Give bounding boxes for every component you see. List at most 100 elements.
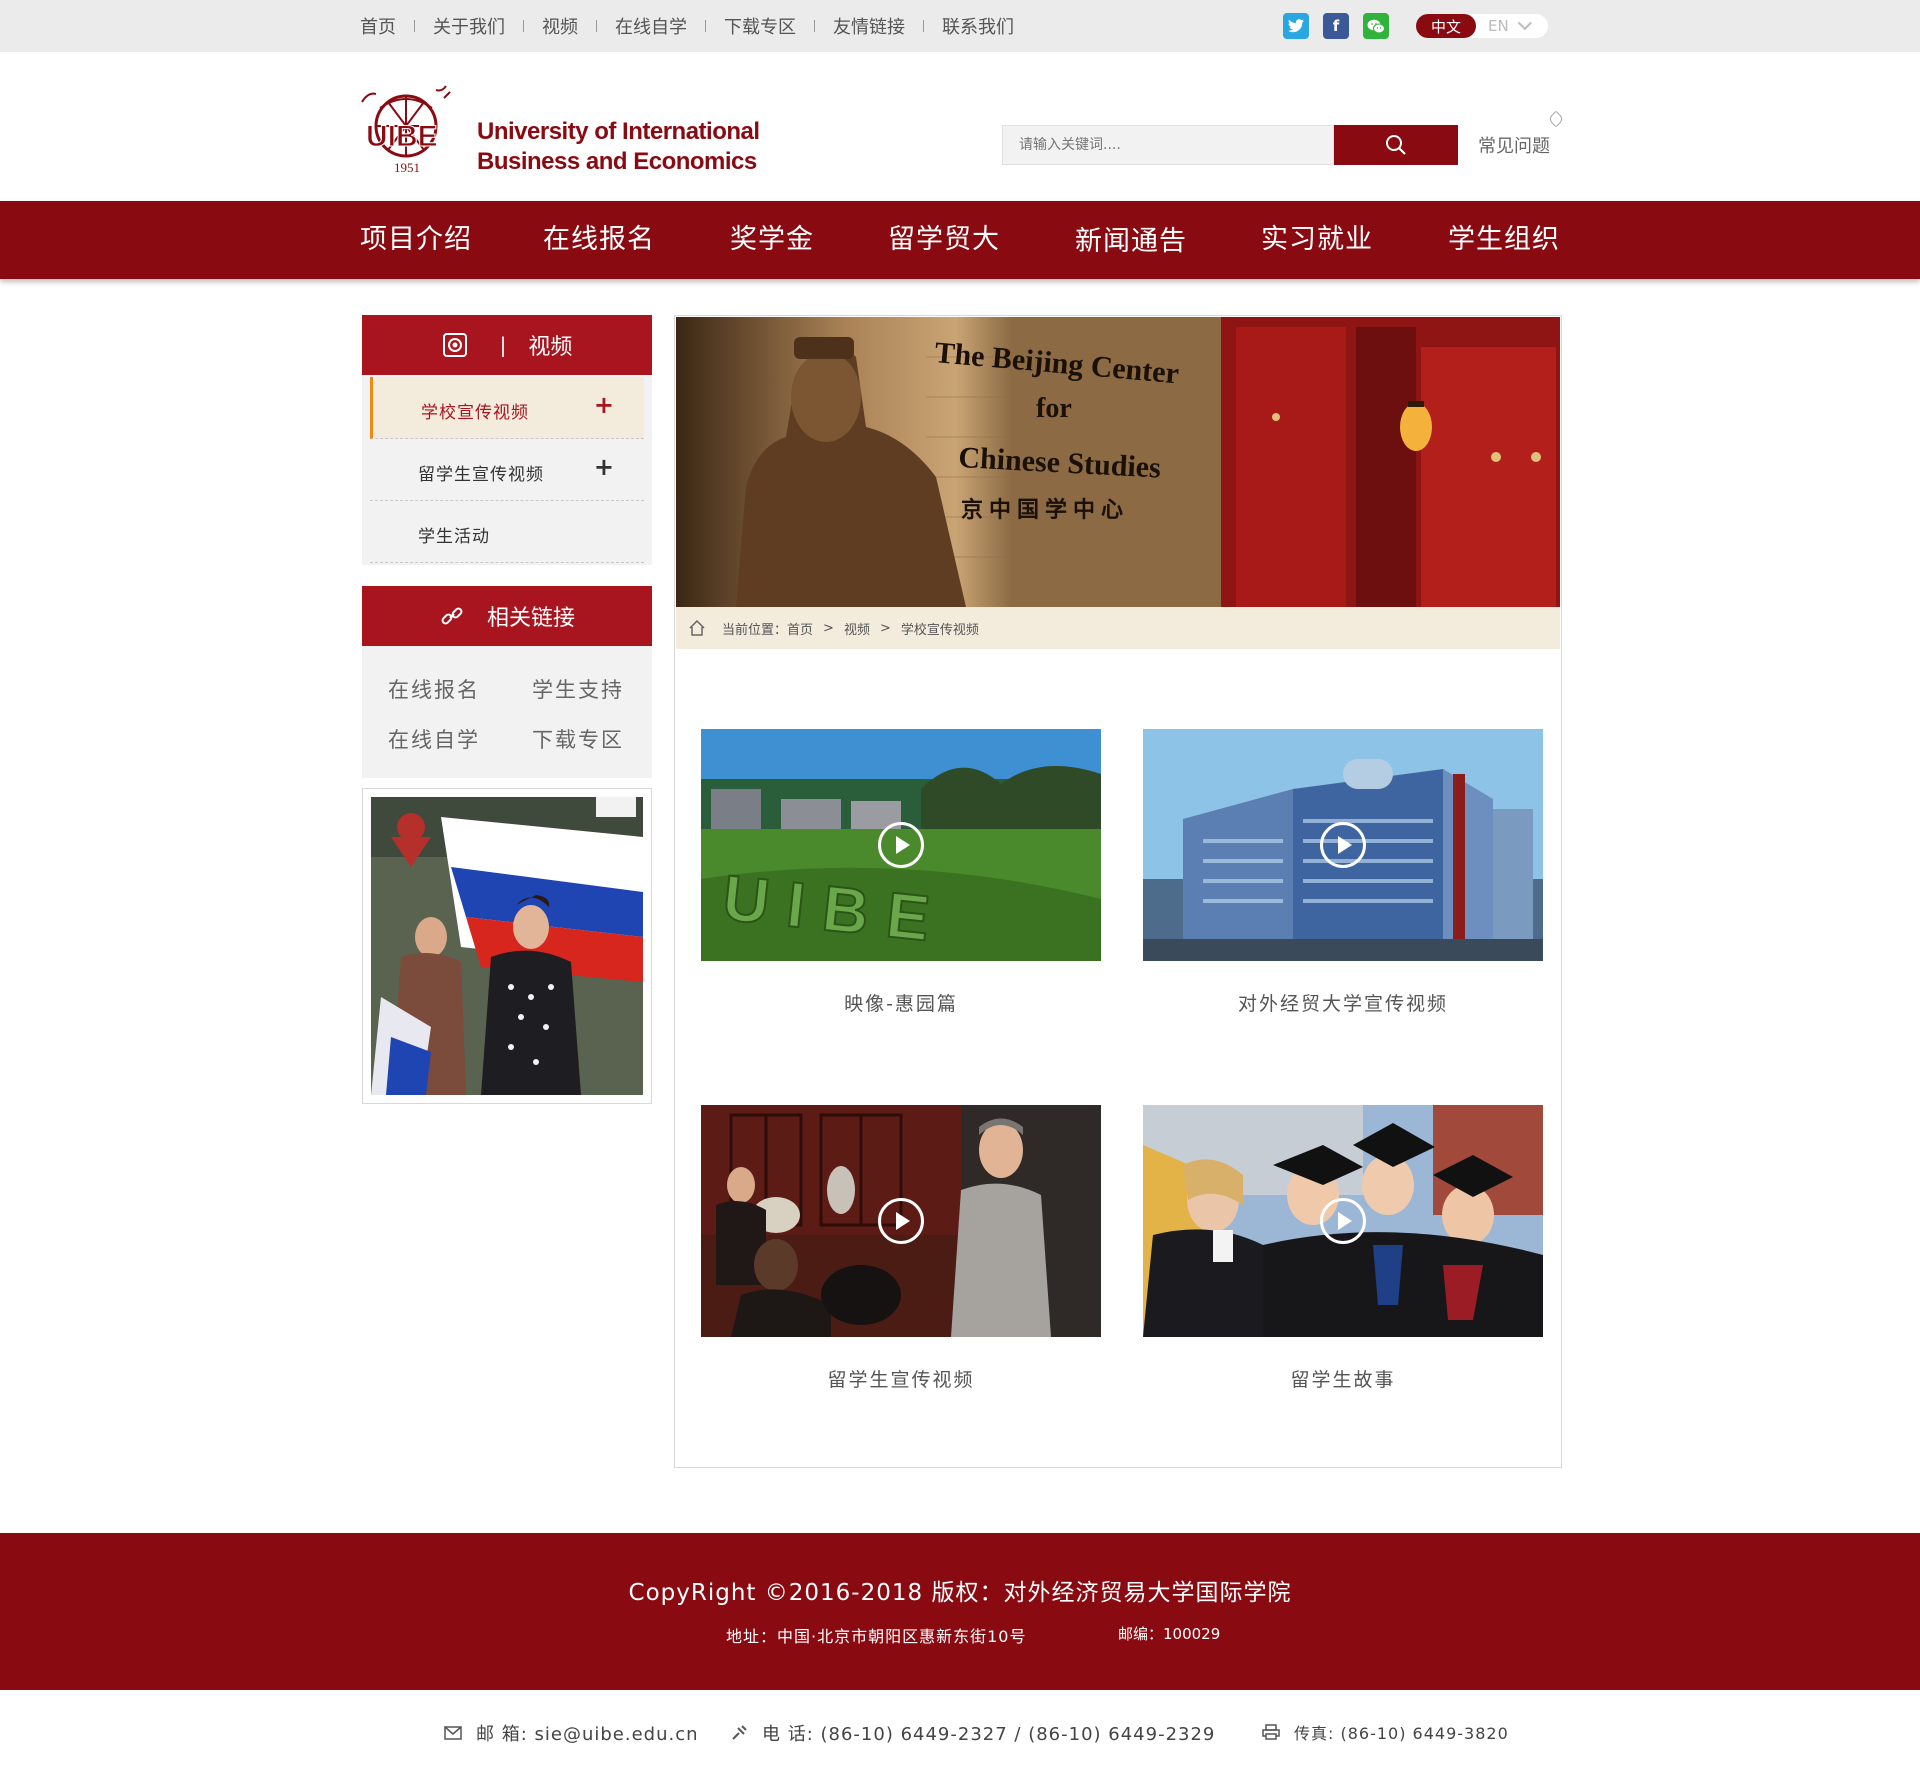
wechat-icon[interactable] bbox=[1363, 13, 1389, 39]
contact-phone-text: 电 话: (86-10) 6449-2327 / (86-10) 6449-23… bbox=[762, 1724, 1216, 1745]
top-link-contact[interactable]: 联系我们 bbox=[942, 13, 1014, 39]
play-icon[interactable] bbox=[1320, 822, 1366, 868]
top-link-friend-links[interactable]: 友情链接 bbox=[833, 13, 905, 39]
header-divider: | bbox=[499, 333, 507, 357]
play-icon[interactable] bbox=[1320, 1198, 1366, 1244]
breadcrumb-separator: > bbox=[823, 620, 834, 636]
contact-email[interactable]: 邮 箱: sie@uibe.edu.cn bbox=[444, 1720, 699, 1746]
chevron-down-icon[interactable] bbox=[1517, 16, 1532, 31]
faq-link[interactable]: 常见问题 bbox=[1478, 132, 1550, 158]
plus-icon[interactable]: + bbox=[594, 453, 614, 481]
nav-study-at-uibe[interactable]: 留学贸大 bbox=[888, 201, 1000, 279]
related-link-self-study[interactable]: 在线自学 bbox=[388, 724, 480, 754]
sidebar-item-school-promo-video[interactable]: 学校宣传视频 + bbox=[370, 377, 644, 439]
logo-year: 1951 bbox=[394, 160, 420, 175]
video-card[interactable]: 对外经贸大学宣传视频 bbox=[1143, 729, 1543, 1016]
divider bbox=[414, 20, 415, 32]
divider bbox=[814, 20, 815, 32]
nav-online-application[interactable]: 在线报名 bbox=[543, 201, 655, 279]
search-input[interactable] bbox=[1002, 125, 1334, 165]
video-thumbnail[interactable] bbox=[1143, 729, 1543, 961]
university-name[interactable]: University of International Business and… bbox=[477, 117, 760, 177]
breadcrumb-current: 学校宣传视频 bbox=[900, 622, 979, 638]
main-nav: 项目介绍 在线报名 奖学金 留学贸大 新闻通告 实习就业 学生组织 bbox=[0, 201, 1920, 279]
banner-sign-chinese: 京中国学中心 bbox=[961, 497, 1129, 523]
printer-icon bbox=[1262, 1724, 1280, 1740]
phone-icon bbox=[732, 1725, 747, 1740]
video-card[interactable]: 留学生故事 bbox=[1143, 1105, 1543, 1392]
home-icon[interactable] bbox=[688, 619, 706, 637]
sidebar-header: | 视频 bbox=[362, 315, 652, 375]
footer-zip: 邮编：100029 bbox=[1118, 1625, 1221, 1643]
breadcrumb-prefix: 当前位置： bbox=[722, 622, 788, 638]
university-logo-seal[interactable]: UIBE 1951 bbox=[358, 80, 458, 176]
top-links: 首页 关于我们 视频 在线自学 下载专区 友情链接 联系我们 bbox=[360, 0, 1014, 52]
banner-sign-line2: for bbox=[1036, 393, 1072, 424]
related-links: 在线报名 学生支持 在线自学 下载专区 bbox=[362, 646, 652, 778]
nav-scholarship[interactable]: 奖学金 bbox=[730, 201, 814, 279]
nav-internship-career[interactable]: 实习就业 bbox=[1261, 201, 1373, 279]
related-link-downloads[interactable]: 下载专区 bbox=[532, 724, 624, 754]
tag-icon bbox=[1547, 110, 1565, 128]
contact-fax: 传真: (86-10) 6449-3820 bbox=[1262, 1720, 1509, 1744]
sidebar-item-label: 学校宣传视频 bbox=[421, 403, 529, 423]
lang-chinese[interactable]: 中文 bbox=[1416, 14, 1476, 38]
top-link-video[interactable]: 视频 bbox=[542, 13, 578, 39]
link-icon bbox=[441, 607, 463, 625]
play-icon[interactable] bbox=[878, 822, 924, 868]
contact-bar: 邮 箱: sie@uibe.edu.cn 电 话: (86-10) 6449-2… bbox=[0, 1690, 1920, 1778]
top-link-downloads[interactable]: 下载专区 bbox=[724, 13, 796, 39]
students-with-flag-photo bbox=[371, 797, 643, 1095]
video-title[interactable]: 对外经贸大学宣传视频 bbox=[1143, 989, 1543, 1016]
nav-news[interactable]: 新闻通告 bbox=[1075, 203, 1187, 281]
lang-english[interactable]: EN bbox=[1488, 17, 1509, 35]
related-links-title: 相关链接 bbox=[486, 606, 575, 631]
video-title[interactable]: 留学生宣传视频 bbox=[701, 1365, 1101, 1392]
video-thumbnail[interactable]: UIBE bbox=[701, 729, 1101, 961]
sidebar-title: 视频 bbox=[528, 335, 573, 360]
video-thumbnail[interactable] bbox=[1143, 1105, 1543, 1337]
video-title[interactable]: 映像-惠园篇 bbox=[701, 989, 1101, 1016]
search-button[interactable] bbox=[1334, 125, 1458, 165]
page: 首页 关于我们 视频 在线自学 下载专区 友情链接 联系我们 f 中文 EN U… bbox=[0, 0, 1920, 1778]
footer: CopyRight ©2016-2018 版权：对外经济贸易大学国际学院 地址：… bbox=[0, 1533, 1920, 1690]
content-panel: The Beijing Center for Chinese Studies 京… bbox=[674, 315, 1562, 1468]
search-bar bbox=[1002, 125, 1458, 165]
related-link-online-application[interactable]: 在线报名 bbox=[388, 674, 480, 704]
sidebar-item-intl-student-video[interactable]: 留学生宣传视频 + bbox=[370, 439, 644, 501]
video-thumbnail[interactable] bbox=[701, 1105, 1101, 1337]
top-link-home[interactable]: 首页 bbox=[360, 13, 396, 39]
video-title[interactable]: 留学生故事 bbox=[1143, 1365, 1543, 1392]
svg-text:UIBE: UIBE bbox=[366, 120, 438, 153]
divider bbox=[523, 20, 524, 32]
play-icon[interactable] bbox=[878, 1198, 924, 1244]
twitter-icon[interactable] bbox=[1283, 13, 1309, 39]
nav-student-organizations[interactable]: 学生组织 bbox=[1448, 201, 1560, 279]
top-link-about[interactable]: 关于我们 bbox=[433, 13, 505, 39]
top-link-self-study[interactable]: 在线自学 bbox=[615, 13, 687, 39]
video-card[interactable]: 留学生宣传视频 bbox=[701, 1105, 1101, 1392]
contact-email-text[interactable]: 邮 箱: sie@uibe.edu.cn bbox=[476, 1720, 699, 1746]
sidebar-item-label: 学生活动 bbox=[418, 527, 490, 547]
social-links: f bbox=[1283, 13, 1389, 39]
breadcrumb-video[interactable]: 视频 bbox=[844, 619, 870, 638]
top-bar: 首页 关于我们 视频 在线自学 下载专区 友情链接 联系我们 f 中文 EN bbox=[0, 0, 1920, 52]
video-icon bbox=[442, 333, 467, 357]
sidebar-promo-photo[interactable] bbox=[362, 788, 652, 1104]
university-name-line2: Business and Economics bbox=[477, 148, 757, 175]
banner-image: The Beijing Center for Chinese Studies 京… bbox=[676, 317, 1560, 607]
sidebar-item-label: 留学生宣传视频 bbox=[418, 465, 544, 485]
contact-fax-text: 传真: (86-10) 6449-3820 bbox=[1294, 1724, 1509, 1743]
related-link-student-support[interactable]: 学生支持 bbox=[532, 674, 624, 704]
video-card[interactable]: UIBE 映像-惠园篇 bbox=[701, 729, 1101, 1016]
nav-program-intro[interactable]: 项目介绍 bbox=[360, 201, 472, 279]
contact-phone[interactable]: 电 话: (86-10) 6449-2327 / (86-10) 6449-23… bbox=[730, 1720, 1215, 1746]
plus-icon[interactable]: + bbox=[594, 391, 614, 419]
facebook-icon[interactable]: f bbox=[1323, 13, 1349, 39]
breadcrumb-home[interactable]: 首页 bbox=[787, 619, 813, 638]
sidebar-item-student-activities[interactable]: 学生活动 bbox=[370, 501, 644, 563]
mail-icon bbox=[444, 1726, 462, 1740]
breadcrumb-separator: > bbox=[879, 620, 891, 636]
language-switcher[interactable]: 中文 EN bbox=[1416, 14, 1548, 38]
footer-copyright: CopyRight ©2016-2018 版权：对外经济贸易大学国际学院 bbox=[628, 1580, 1292, 1606]
